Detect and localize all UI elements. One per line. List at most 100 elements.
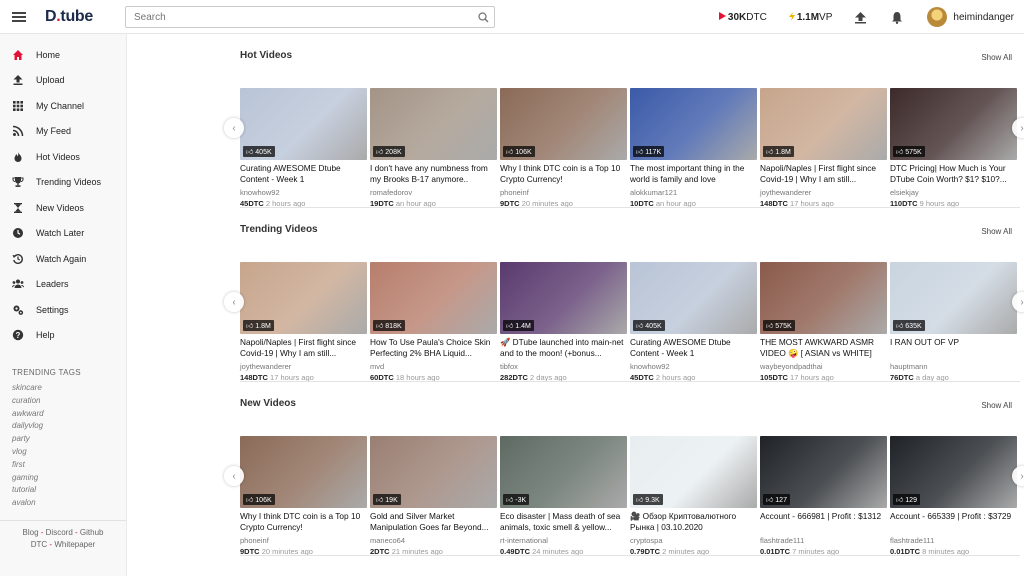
trending-tag[interactable]: curation [12,395,126,408]
video-title[interactable]: Why I think DTC coin is a Top 10 Crypto … [240,511,367,533]
video-author[interactable]: tibfox [500,361,627,372]
video-thumbnail[interactable]: 👍︎ 9.3K [630,436,757,508]
video-thumbnail[interactable]: 👍︎ 1.8M [240,262,367,334]
trending-tag[interactable]: awkward [12,408,126,421]
video-card[interactable]: 👍︎ 635K I RAN OUT OF VP hauptmann 76DTC a d… [890,262,1017,383]
video-thumbnail[interactable]: 👍︎ 635K [890,262,1017,334]
video-title[interactable]: 🚀 DTube launched into main-net and to th… [500,337,627,359]
video-author[interactable]: joythewanderer [760,187,887,198]
video-card[interactable]: 👍︎ 208K I don't have any numbness from my… [370,88,497,209]
sidebar-item-leaders[interactable]: Leaders [0,272,126,298]
trending-tag[interactable]: skincare [12,382,126,395]
video-card[interactable]: 👍︎ 405K Curating AWESOME Dtube Content - … [630,262,757,383]
video-author[interactable]: cryptospa [630,535,757,546]
video-card[interactable]: 👍︎ 129 Account - 665339 | Profit : $3729 f… [890,436,1017,557]
video-thumbnail[interactable]: 👍︎ 575K [760,262,887,334]
video-author[interactable]: mvd [370,361,497,372]
video-thumbnail[interactable]: 👍︎ 1.4M [500,262,627,334]
avatar[interactable] [927,7,948,27]
sidebar-item-watch-again[interactable]: Watch Again [0,246,126,272]
video-thumbnail[interactable]: 👍︎ -3K [500,436,627,508]
video-title[interactable]: How To Use Paula's Choice Skin Perfectin… [370,337,497,359]
show-all-link[interactable]: Show All [981,53,1012,62]
show-all-link[interactable]: Show All [981,401,1012,410]
trending-tag[interactable]: first [12,459,126,472]
discord-link[interactable]: Discord [46,528,73,537]
video-card[interactable]: 👍︎ 9.3K 🎥 Обзор Криптовалютного Рынка | 0… [630,436,757,557]
upload-top-icon[interactable] [854,11,867,24]
video-title[interactable]: Gold and Silver Market Manipulation Goes… [370,511,497,533]
video-author[interactable]: elsiekjay [890,187,1017,198]
video-author[interactable]: phoneinf [500,187,627,198]
sidebar-item-settings[interactable]: Settings [0,297,126,323]
video-card[interactable]: 👍︎ 1.8M Napoli/Naples | First flight sinc… [240,262,367,383]
sidebar-item-new-videos[interactable]: New Videos [0,195,126,221]
video-title[interactable]: Curating AWESOME Dtube Content - Week 1 [630,337,757,359]
video-thumbnail[interactable]: 👍︎ 208K [370,88,497,160]
video-thumbnail[interactable]: 👍︎ 129 [890,436,1017,508]
dtc-balance[interactable]: 30K DTC [718,12,767,23]
search-input[interactable] [126,7,472,27]
sidebar-item-watch-later[interactable]: Watch Later [0,221,126,247]
video-title[interactable]: Eco disaster | Mass death of sea animals… [500,511,627,533]
video-title[interactable]: 🎥 Обзор Криптовалютного Рынка | 03.10.20… [630,511,757,533]
username[interactable]: heimindanger [953,12,1014,23]
video-author[interactable]: hauptmann [890,361,1017,372]
blog-link[interactable]: Blog [23,528,39,537]
video-author[interactable]: knowhow92 [240,187,367,198]
video-author[interactable]: rt-international [500,535,627,546]
video-title[interactable]: Account - 666981 | Profit : $1312 [760,511,887,533]
video-title[interactable]: THE MOST AWKWARD ASMR VIDEO 🤪 [ ASIAN vs… [760,337,887,359]
video-thumbnail[interactable]: 👍︎ 575K [890,88,1017,160]
video-thumbnail[interactable]: 👍︎ 19K [370,436,497,508]
video-card[interactable]: 👍︎ 117K The most important thing in the w… [630,88,757,209]
video-title[interactable]: Curating AWESOME Dtube Content - Week 1 [240,163,367,185]
video-title[interactable]: Why I think DTC coin is a Top 10 Crypto … [500,163,627,185]
video-card[interactable]: 👍︎ 575K THE MOST AWKWARD ASMR VIDEO 🤪 [ A… [760,262,887,383]
sidebar-item-upload[interactable]: Upload [0,68,126,94]
sidebar-item-my-channel[interactable]: My Channel [0,93,126,119]
carousel-prev-button[interactable]: ‹ [224,466,244,486]
trending-tag[interactable]: tutorial [12,484,126,497]
video-card[interactable]: 👍︎ 405K Curating AWESOME Dtube Content - … [240,88,367,209]
search-icon[interactable] [472,11,494,23]
video-thumbnail[interactable]: 👍︎ 1.8M [760,88,887,160]
video-card[interactable]: 👍︎ 1.8M Napoli/Naples | First flight sinc… [760,88,887,209]
trending-tag[interactable]: avalon [12,497,126,510]
video-card[interactable]: 👍︎ 1.4M 🚀 DTube launched into main-net an… [500,262,627,383]
video-card[interactable]: 👍︎ 19K Gold and Silver Market Manipulatio… [370,436,497,557]
sidebar-item-trending-videos[interactable]: Trending Videos [0,170,126,196]
video-thumbnail[interactable]: 👍︎ 117K [630,88,757,160]
video-thumbnail[interactable]: 👍︎ 405K [630,262,757,334]
sidebar-item-help[interactable]: ? Help [0,323,126,349]
carousel-prev-button[interactable]: ‹ [224,292,244,312]
video-author[interactable]: alokkumar121 [630,187,757,198]
trending-tag[interactable]: vlog [12,446,126,459]
whitepaper-link[interactable]: Whitepaper [54,540,95,549]
video-author[interactable]: flashtrade111 [760,535,887,546]
video-thumbnail[interactable]: 👍︎ 405K [240,88,367,160]
video-title[interactable]: Napoli/Naples | First flight since Covid… [240,337,367,359]
bell-icon[interactable] [891,11,903,24]
video-author[interactable]: joythewanderer [240,361,367,372]
video-author[interactable]: romafedorov [370,187,497,198]
video-author[interactable]: flashtrade111 [890,535,1017,546]
trending-tag[interactable]: dailyvlog [12,420,126,433]
sidebar-item-home[interactable]: Home [0,42,126,68]
dtc-link[interactable]: DTC [31,540,47,549]
sidebar-item-my-feed[interactable]: My Feed [0,119,126,145]
video-title[interactable]: Napoli/Naples | First flight since Covid… [760,163,887,185]
trending-tag[interactable]: gaming [12,472,126,485]
video-thumbnail[interactable]: 👍︎ 106K [500,88,627,160]
trending-tag[interactable]: party [12,433,126,446]
video-thumbnail[interactable]: 👍︎ 818K [370,262,497,334]
video-title[interactable]: I don't have any numbness from my Brooks… [370,163,497,185]
video-author[interactable]: waybeyondpadthai [760,361,887,372]
video-title[interactable]: Account - 665339 | Profit : $3729 [890,511,1017,533]
show-all-link[interactable]: Show All [981,227,1012,236]
video-thumbnail[interactable]: 👍︎ 106K [240,436,367,508]
carousel-prev-button[interactable]: ‹ [224,118,244,138]
video-card[interactable]: 👍︎ 818K How To Use Paula's Choice Skin Pe… [370,262,497,383]
video-title[interactable]: The most important thing in the world is… [630,163,757,185]
video-author[interactable]: maneco64 [370,535,497,546]
